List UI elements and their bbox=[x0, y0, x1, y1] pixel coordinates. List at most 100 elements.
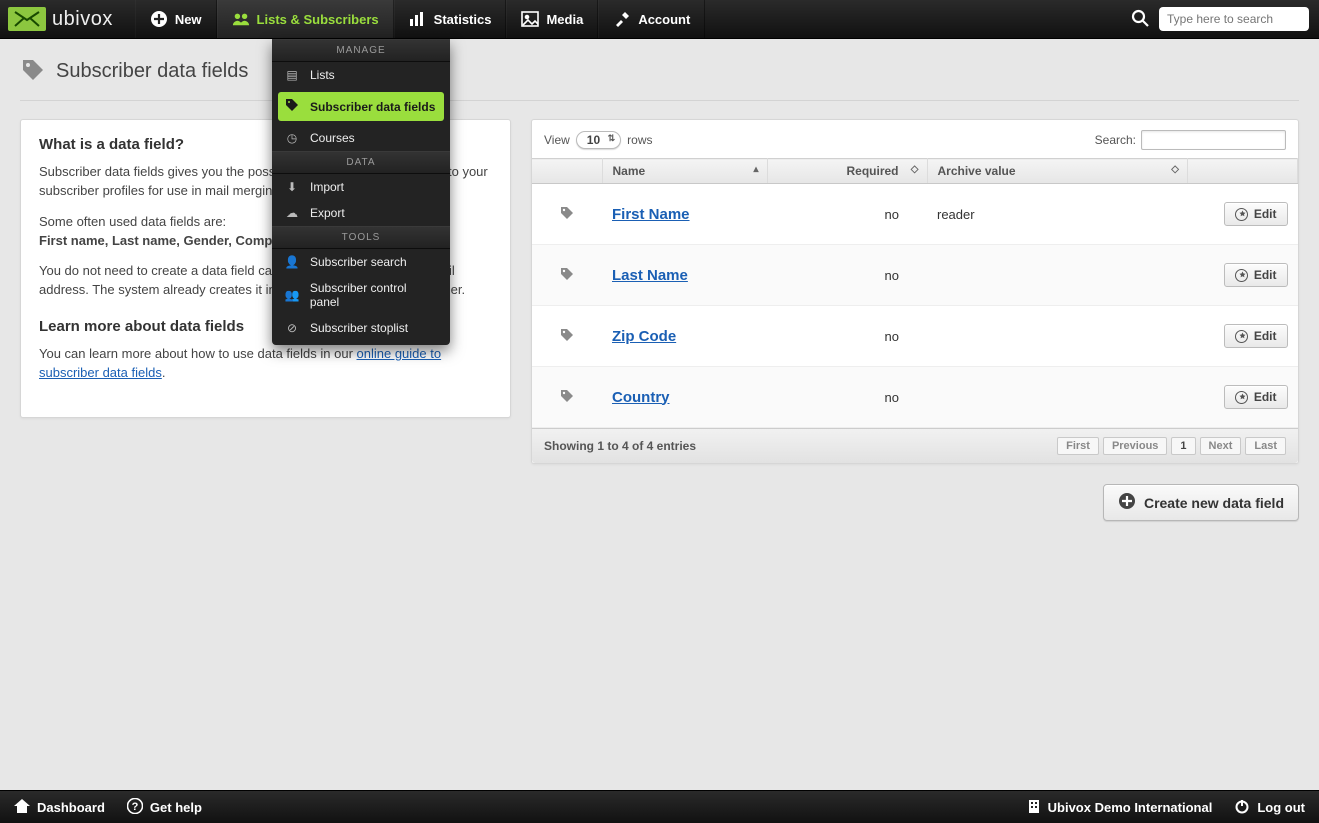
top-right bbox=[1131, 7, 1309, 31]
list-icon: ▤ bbox=[284, 68, 300, 82]
bottom-help-label: Get help bbox=[150, 800, 202, 815]
col-icon[interactable] bbox=[532, 159, 602, 184]
rows-select-value: 10 bbox=[587, 133, 600, 147]
dd-section-tools: TOOLS bbox=[272, 226, 450, 249]
person-icon: 👤 bbox=[284, 255, 300, 269]
table-row: CountrynoEdit bbox=[532, 367, 1298, 428]
pager-first[interactable]: First bbox=[1057, 437, 1099, 455]
bottom-dashboard-label: Dashboard bbox=[37, 800, 105, 815]
table-panel: View 10 rows Search: Name ▴ bbox=[531, 119, 1299, 464]
dd-courses[interactable]: ◷ Courses bbox=[272, 125, 450, 151]
info-p4a: You can learn more about how to use data… bbox=[39, 346, 357, 361]
create-data-field-button[interactable]: Create new data field bbox=[1103, 484, 1299, 521]
pager-last[interactable]: Last bbox=[1245, 437, 1286, 455]
dd-subscriber-search[interactable]: 👤 Subscriber search bbox=[272, 249, 450, 275]
image-icon bbox=[521, 10, 539, 28]
clock-icon: ◷ bbox=[284, 131, 300, 145]
edit-button[interactable]: Edit bbox=[1224, 385, 1288, 409]
people-icon: 👥 bbox=[284, 288, 300, 302]
col-name[interactable]: Name ▴ bbox=[602, 159, 767, 184]
sort-asc-icon: ▴ bbox=[753, 164, 758, 175]
nav-lists[interactable]: Lists & Subscribers bbox=[217, 0, 394, 38]
svg-text:?: ? bbox=[132, 801, 139, 813]
dd-subscriber-stoplist[interactable]: ⊘ Subscriber stoplist bbox=[272, 315, 450, 341]
bottom-org-label: Ubivox Demo International bbox=[1048, 800, 1213, 815]
tag-icon bbox=[559, 270, 575, 285]
pager-next[interactable]: Next bbox=[1200, 437, 1242, 455]
dd-import-label: Import bbox=[310, 180, 344, 194]
global-search-input[interactable] bbox=[1167, 12, 1301, 26]
dd-sdf-label: Subscriber data fields bbox=[310, 100, 435, 114]
field-name-link[interactable]: Country bbox=[612, 389, 670, 406]
pager-1[interactable]: 1 bbox=[1171, 437, 1195, 455]
field-name-link[interactable]: First Name bbox=[612, 206, 690, 223]
nav-account[interactable]: Account bbox=[598, 0, 705, 38]
sort-icon: ◇ bbox=[1171, 164, 1179, 175]
power-icon bbox=[1234, 798, 1250, 817]
field-archive bbox=[927, 306, 1188, 367]
brand-logo[interactable]: ubivox bbox=[8, 7, 135, 31]
bottom-logout-label: Log out bbox=[1257, 800, 1305, 815]
dd-export[interactable]: ☁ Export bbox=[272, 200, 450, 226]
edit-button[interactable]: Edit bbox=[1224, 263, 1288, 287]
dd-courses-label: Courses bbox=[310, 131, 355, 145]
bottom-logout[interactable]: Log out bbox=[1234, 798, 1305, 817]
help-icon: ? bbox=[127, 798, 143, 817]
table-row: Last Name no Edit bbox=[532, 245, 1298, 306]
info-p2a: Some often used data fields are: bbox=[39, 214, 226, 229]
col-actions bbox=[1188, 159, 1298, 184]
bottom-dashboard[interactable]: Dashboard bbox=[14, 799, 105, 816]
nav-media-label: Media bbox=[546, 12, 583, 27]
search-icon[interactable] bbox=[1131, 9, 1149, 30]
table-row: Zip CodenoEdit bbox=[532, 306, 1298, 367]
nav-media[interactable]: Media bbox=[506, 0, 598, 38]
col-archive[interactable]: Archive value ◇ bbox=[927, 159, 1188, 184]
bottom-org[interactable]: Ubivox Demo International bbox=[1027, 799, 1213, 816]
field-archive bbox=[927, 367, 1188, 428]
table-search-input[interactable] bbox=[1141, 130, 1286, 150]
tag-icon bbox=[559, 209, 575, 224]
tag-icon bbox=[559, 392, 575, 407]
bottom-bar: Dashboard ? Get help Ubivox Demo Interna… bbox=[0, 790, 1319, 823]
lists-dropdown: MANAGE ▤ Lists Subscriber data fields ◷ … bbox=[272, 39, 450, 345]
dd-stoplist-label: Subscriber stoplist bbox=[310, 321, 408, 335]
field-archive bbox=[927, 245, 1188, 306]
create-btn-label: Create new data field bbox=[1144, 495, 1284, 511]
edit-button[interactable]: Edit bbox=[1224, 202, 1288, 226]
dd-section-data: DATA bbox=[272, 151, 450, 174]
bottom-help[interactable]: ? Get help bbox=[127, 798, 202, 817]
dd-lists[interactable]: ▤ Lists bbox=[272, 62, 450, 88]
page-body: Subscriber data fields What is a data fi… bbox=[0, 39, 1319, 541]
dd-subscriber-data-fields[interactable]: Subscriber data fields bbox=[278, 92, 444, 121]
nav-new[interactable]: New bbox=[135, 0, 217, 38]
rows-select[interactable]: 10 bbox=[576, 131, 621, 149]
dd-import[interactable]: ⬇ Import bbox=[272, 174, 450, 200]
tag-icon bbox=[284, 98, 300, 115]
cloud-icon: ☁ bbox=[284, 206, 300, 220]
nav-stats-label: Statistics bbox=[434, 12, 492, 27]
info-p4: You can learn more about how to use data… bbox=[39, 345, 492, 383]
tools-icon bbox=[613, 10, 631, 28]
brand-name: ubivox bbox=[52, 8, 113, 31]
building-icon bbox=[1027, 799, 1041, 816]
dd-export-label: Export bbox=[310, 206, 345, 220]
table-row: First NamenoreaderEdit bbox=[532, 184, 1298, 245]
rows-label: rows bbox=[627, 133, 652, 147]
table-controls: View 10 rows Search: bbox=[532, 120, 1298, 158]
field-required: no bbox=[767, 245, 927, 306]
nav-stats[interactable]: Statistics bbox=[394, 0, 507, 38]
pager-prev[interactable]: Previous bbox=[1103, 437, 1167, 455]
global-search[interactable] bbox=[1159, 7, 1309, 31]
dd-subscriber-panel[interactable]: 👥 Subscriber control panel bbox=[272, 275, 450, 315]
field-name-link[interactable]: Zip Code bbox=[612, 328, 676, 345]
col-required[interactable]: Required ◇ bbox=[767, 159, 927, 184]
tag-icon bbox=[20, 57, 46, 86]
edit-button[interactable]: Edit bbox=[1224, 324, 1288, 348]
chart-icon bbox=[409, 10, 427, 28]
dd-search-label: Subscriber search bbox=[310, 255, 407, 269]
nav-account-label: Account bbox=[638, 12, 690, 27]
dd-panel-label: Subscriber control panel bbox=[310, 281, 438, 309]
top-bar: ubivox New Lists & Subscribers Statistic… bbox=[0, 0, 1319, 39]
col-required-label: Required bbox=[846, 164, 898, 178]
field-name-link[interactable]: Last Name bbox=[612, 267, 688, 284]
